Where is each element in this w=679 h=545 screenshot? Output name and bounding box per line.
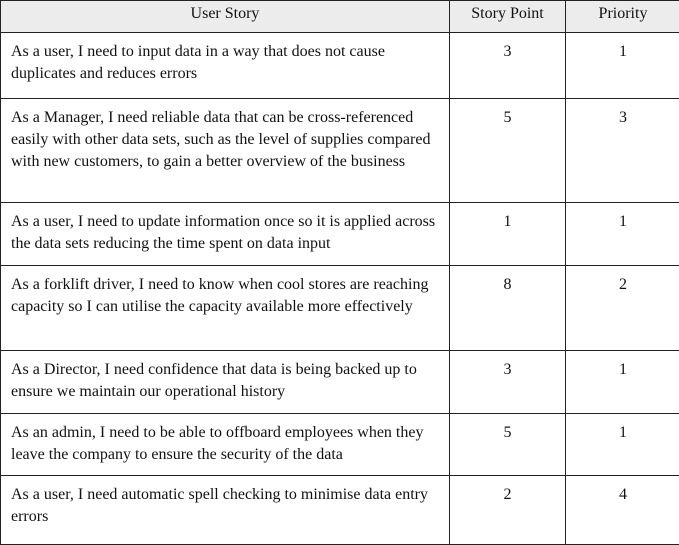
user-story-cell: As a Manager, I need reliable data that … — [1, 99, 450, 203]
story-point-cell: 5 — [450, 414, 566, 476]
user-story-cell: As a forklift driver, I need to know whe… — [1, 266, 450, 351]
story-point-cell: 2 — [450, 476, 566, 545]
table-row: As a user, I need automatic spell checki… — [1, 476, 679, 545]
story-point-cell: 5 — [450, 99, 566, 203]
table-row: As a Manager, I need reliable data that … — [1, 99, 679, 203]
user-story-cell: As a user, I need to update information … — [1, 203, 450, 266]
story-point-cell: 3 — [450, 351, 566, 414]
table-row: As a Director, I need confidence that da… — [1, 351, 679, 414]
user-story-cell: As a Director, I need confidence that da… — [1, 351, 450, 414]
user-story-table: User Story Story Point Priority As a use… — [0, 0, 679, 545]
priority-cell: 3 — [566, 99, 679, 203]
header-priority: Priority — [566, 1, 679, 33]
table-row: As a user, I need to input data in a way… — [1, 33, 679, 99]
priority-cell: 4 — [566, 476, 679, 545]
priority-cell: 1 — [566, 203, 679, 266]
user-story-cell: As an admin, I need to be able to offboa… — [1, 414, 450, 476]
priority-cell: 2 — [566, 266, 679, 351]
story-point-cell: 1 — [450, 203, 566, 266]
header-story-point: Story Point — [450, 1, 566, 33]
priority-cell: 1 — [566, 33, 679, 99]
priority-cell: 1 — [566, 351, 679, 414]
table-row: As a forklift driver, I need to know whe… — [1, 266, 679, 351]
user-story-cell: As a user, I need automatic spell checki… — [1, 476, 450, 545]
priority-cell: 1 — [566, 414, 679, 476]
user-story-cell: As a user, I need to input data in a way… — [1, 33, 450, 99]
table-row: As a user, I need to update information … — [1, 203, 679, 266]
story-point-cell: 3 — [450, 33, 566, 99]
header-row: User Story Story Point Priority — [1, 1, 679, 33]
story-point-cell: 8 — [450, 266, 566, 351]
table-row: As an admin, I need to be able to offboa… — [1, 414, 679, 476]
header-user-story: User Story — [1, 1, 450, 33]
